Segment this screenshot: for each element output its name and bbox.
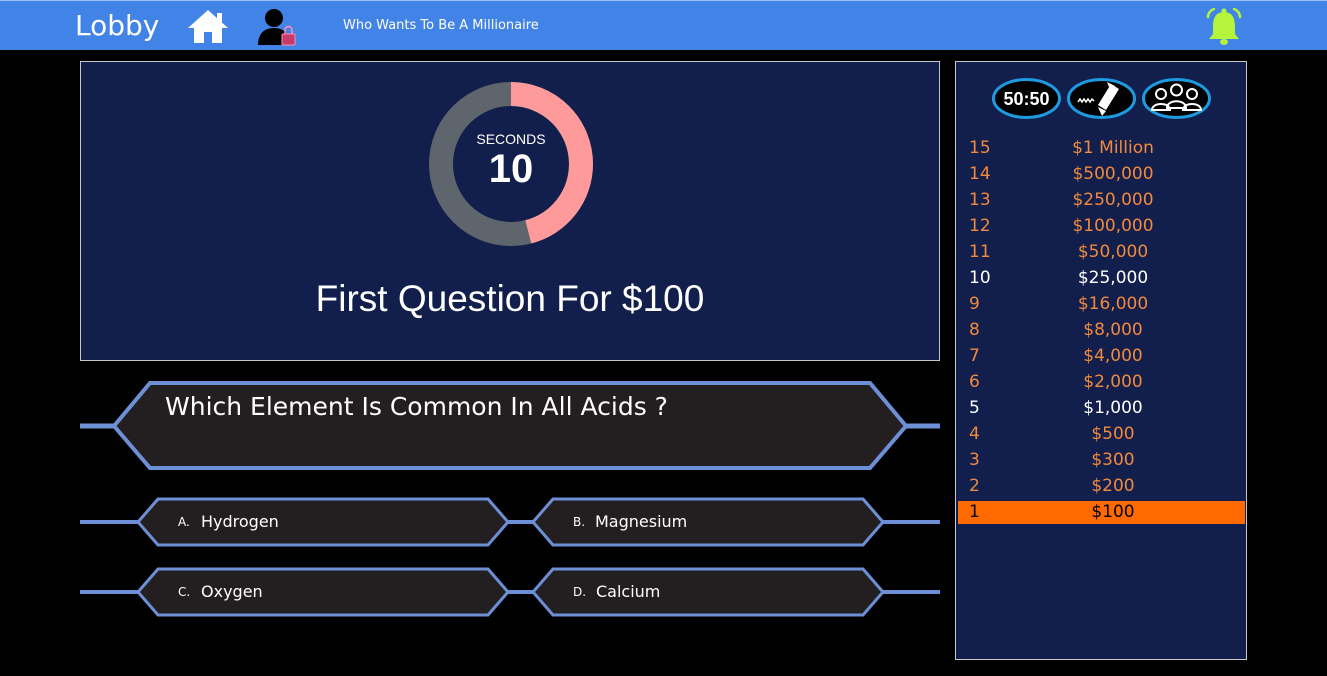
ladder-amount: $250,000 xyxy=(1072,190,1154,210)
ladder-row: 11 $50,000 xyxy=(958,241,1245,264)
answer-a-text: Hydrogen xyxy=(201,512,279,531)
ladder-amount: $100 xyxy=(1091,502,1135,522)
lobby-link[interactable]: Lobby xyxy=(75,9,159,42)
ladder-amount: $16,000 xyxy=(1077,294,1149,314)
ladder-level: 9 xyxy=(969,294,980,314)
ladder-level: 8 xyxy=(969,320,980,340)
money-ladder-panel: 50:50 15 $1 Million 14 $500,000 13 $250,000 12… xyxy=(955,61,1247,660)
ladder-row: 2 $200 xyxy=(958,475,1245,498)
answer-c-letter: C. xyxy=(178,585,191,599)
answer-c[interactable]: C. Oxygen xyxy=(138,567,508,617)
answer-a[interactable]: A. Hydrogen xyxy=(138,497,508,547)
ladder-row: 14 $500,000 xyxy=(958,163,1245,186)
ladder-level: 12 xyxy=(969,216,991,236)
home-icon[interactable] xyxy=(187,9,229,43)
bell-icon[interactable] xyxy=(1203,7,1245,46)
phone-a-friend-icon[interactable] xyxy=(1066,77,1137,120)
ladder-amount: $300 xyxy=(1091,450,1135,470)
question-value-heading: First Question For $100 xyxy=(315,278,705,319)
seconds-value: 10 xyxy=(488,147,534,191)
ladder-amount: $200 xyxy=(1091,476,1135,496)
ladder-row: 12 $100,000 xyxy=(958,215,1245,238)
ladder-level: 5 xyxy=(969,398,980,418)
user-lock-icon[interactable] xyxy=(256,7,300,47)
ladder-level: 14 xyxy=(969,164,991,184)
ladder-row-current: 1 $100 xyxy=(958,501,1245,524)
ladder-level: 13 xyxy=(969,190,991,210)
question-box: Which Element Is Common In All Acids ? xyxy=(80,378,940,474)
answer-d-text: Calcium xyxy=(596,582,661,601)
ladder-level: 6 xyxy=(969,372,980,392)
ladder-row: 9 $16,000 xyxy=(958,293,1245,316)
ladder-level: 10 xyxy=(969,268,991,288)
ladder-row: 7 $4,000 xyxy=(958,345,1245,368)
ladder-row: 3 $300 xyxy=(958,449,1245,472)
ladder-amount: $4,000 xyxy=(1083,346,1143,366)
answer-row-2: C. Oxygen D. Calcium xyxy=(80,567,940,617)
ladder-amount: $500,000 xyxy=(1072,164,1154,184)
ladder-row: 4 $500 xyxy=(958,423,1245,446)
ladder-row: 10 $25,000 xyxy=(958,267,1245,290)
answer-b[interactable]: B. Magnesium xyxy=(533,497,883,547)
timer-panel: SECONDS 10 First Question For $100 xyxy=(80,61,940,361)
answer-row-1: A. Hydrogen B. Magnesium xyxy=(80,497,940,547)
fifty-fifty-label: 50:50 xyxy=(1003,89,1049,109)
answer-d-letter: D. xyxy=(573,585,587,599)
ladder-level: 11 xyxy=(969,242,991,262)
ladder-row: 5 $1,000 xyxy=(958,397,1245,420)
ask-the-audience-icon[interactable] xyxy=(1141,77,1212,120)
ladder-amount: $1 Million xyxy=(1072,138,1154,158)
ladder-amount: $500 xyxy=(1091,424,1135,444)
ladder-level: 1 xyxy=(969,502,980,522)
ladder-level: 15 xyxy=(969,138,991,158)
answer-a-letter: A. xyxy=(178,515,190,529)
ladder-amount: $100,000 xyxy=(1072,216,1154,236)
answer-d[interactable]: D. Calcium xyxy=(533,567,883,617)
seconds-label: SECONDS xyxy=(476,131,546,147)
ladder-row: 6 $2,000 xyxy=(958,371,1245,394)
ladder-amount: $25,000 xyxy=(1077,268,1149,288)
ladder-level: 2 xyxy=(969,476,980,496)
ladder-row: 8 $8,000 xyxy=(958,319,1245,342)
question-text: Which Element Is Common In All Acids ? xyxy=(165,392,668,421)
top-bar: Lobby Who Wants To Be A Millionaire xyxy=(0,0,1327,50)
ladder-row: 15 $1 Million xyxy=(958,137,1245,160)
fifty-fifty-icon[interactable]: 50:50 xyxy=(991,77,1062,120)
answer-b-letter: B. xyxy=(573,515,586,529)
ladder-level: 4 xyxy=(969,424,980,444)
ladder-level: 3 xyxy=(969,450,980,470)
answer-b-text: Magnesium xyxy=(595,512,688,531)
ladder-level: 7 xyxy=(969,346,980,366)
ladder-amount: $8,000 xyxy=(1083,320,1143,340)
ladder-amount: $2,000 xyxy=(1083,372,1143,392)
answer-c-text: Oxygen xyxy=(201,582,263,601)
game-title: Who Wants To Be A Millionaire xyxy=(343,18,539,33)
ladder-row: 13 $250,000 xyxy=(958,189,1245,212)
ladder-amount: $50,000 xyxy=(1077,242,1149,262)
ladder-amount: $1,000 xyxy=(1083,398,1143,418)
